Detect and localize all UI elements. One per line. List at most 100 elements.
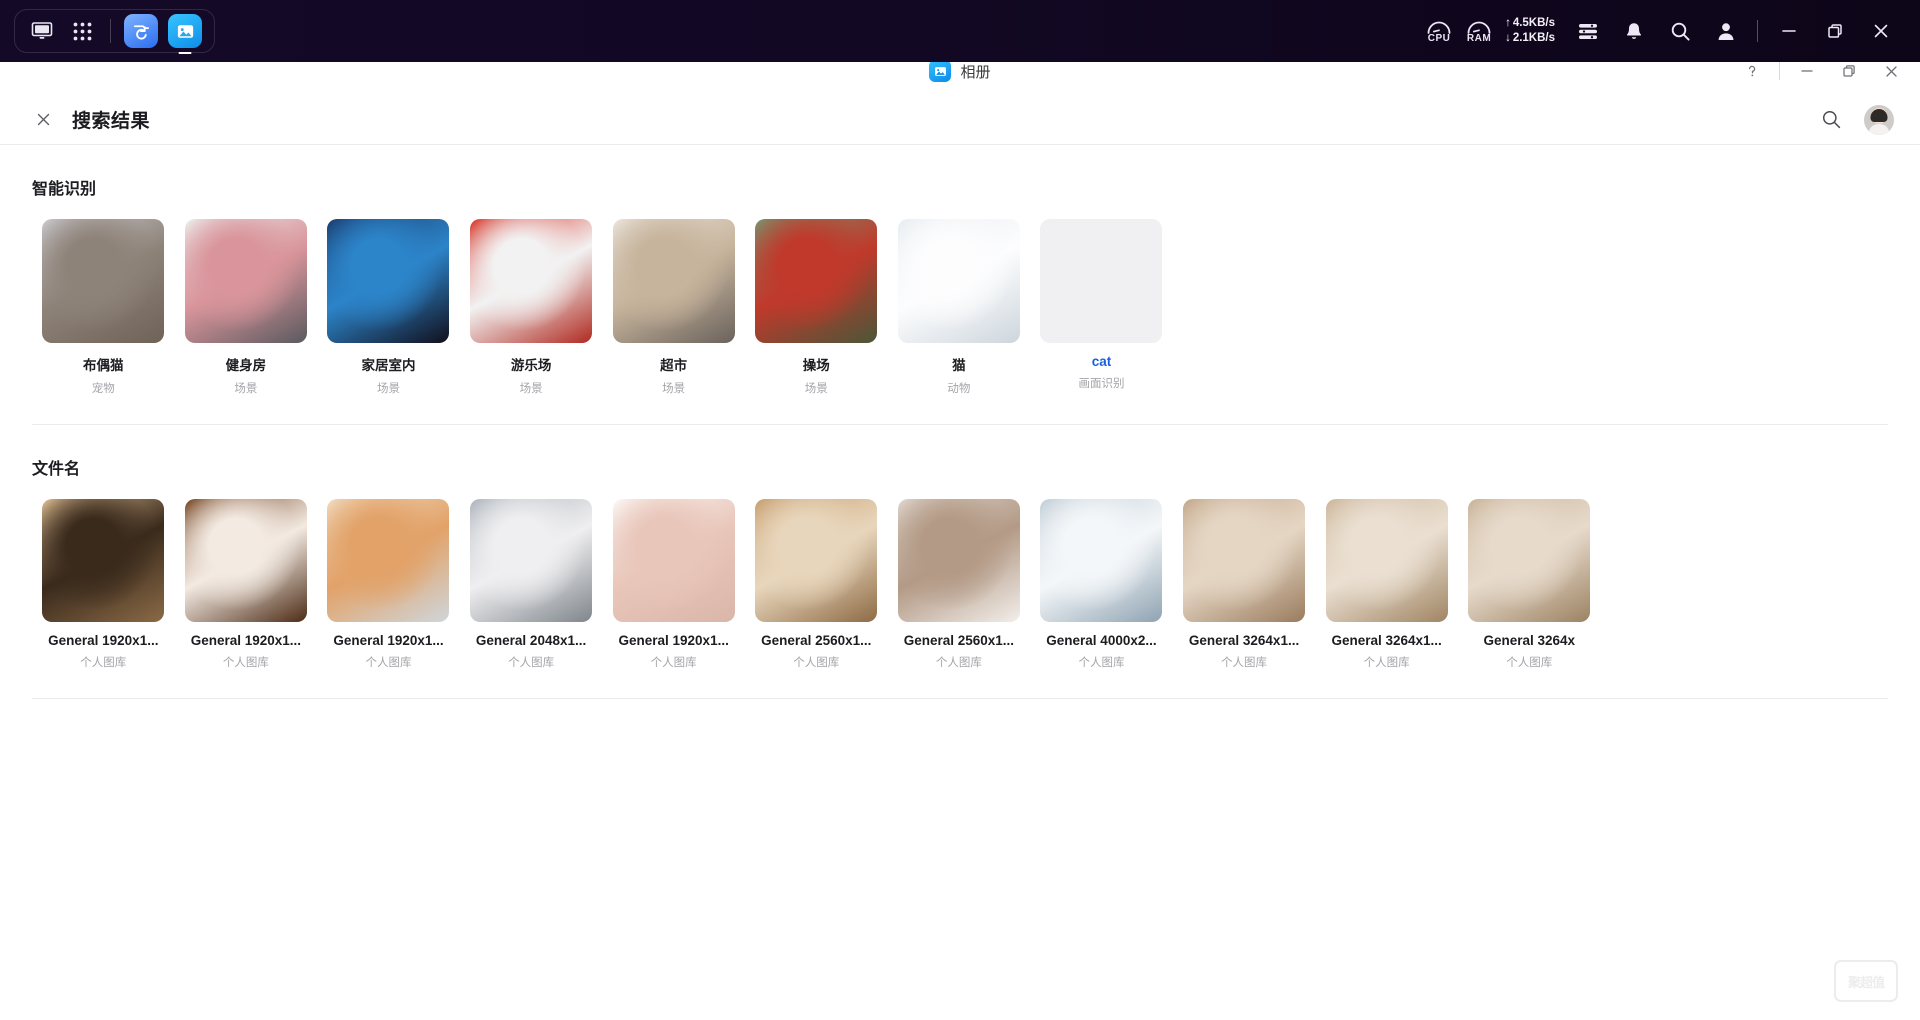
result-card[interactable]: General 3264x1...个人图库: [1173, 499, 1316, 670]
card-title: 超市: [660, 354, 687, 374]
card-subtitle: 个人图库: [651, 654, 697, 670]
card-subtitle: 场景: [662, 380, 685, 396]
result-card[interactable]: General 3264x个人图库: [1458, 499, 1601, 670]
watermark: 聚超值: [1834, 960, 1898, 1002]
card-title: General 3264x1...: [1331, 633, 1441, 648]
cat-photo-10[interactable]: [1326, 499, 1448, 622]
cat-photo-8[interactable]: [1040, 499, 1162, 622]
os-restore-button[interactable]: [1812, 8, 1858, 54]
os-taskbar: CPU RAM ↑4.5KB/s ↓2.1KB/s: [0, 0, 1920, 62]
result-card[interactable]: General 3264x1... 个人图库: [1315, 499, 1458, 670]
card-subtitle: 个人图库: [223, 654, 269, 670]
result-card[interactable]: General 1920x1... 个人图库: [32, 499, 175, 670]
card-subtitle: 个人图库: [1221, 654, 1267, 670]
card-title: 布偶猫: [83, 354, 124, 374]
search-icon[interactable]: [1818, 107, 1844, 133]
card-title: 猫: [952, 354, 966, 374]
card-title: General 2048x1...: [476, 633, 586, 648]
result-card[interactable]: 布偶猫宠物: [32, 219, 175, 396]
monitor-icon[interactable]: [27, 16, 57, 46]
result-card[interactable]: General 2560x1... 个人图库: [745, 499, 888, 670]
result-card[interactable]: General 1920x1...个人图库: [175, 499, 318, 670]
card-subtitle: 动物: [947, 380, 970, 396]
result-card[interactable]: General 2560x1...个人图库: [888, 499, 1031, 670]
result-card[interactable]: 健身房场景: [175, 219, 318, 396]
recovery-icon[interactable]: [124, 14, 158, 48]
notification-bell-icon[interactable]: [1611, 8, 1657, 54]
result-card[interactable]: cat 画面识别: [1030, 219, 1173, 396]
search-results-header: 搜索结果: [0, 95, 1920, 145]
card-subtitle: 场景: [377, 380, 400, 396]
card-subtitle: 个人图库: [1364, 654, 1410, 670]
card-subtitle: 画面识别: [1078, 375, 1124, 391]
result-card[interactable]: General 1920x1...个人图库: [602, 499, 745, 670]
result-card[interactable]: 超市场景: [602, 219, 745, 396]
smart-recognition-grid: 布偶猫宠物健身房场景家居室内场景游乐场场景超市场景操场场景猫动物cat画面识别: [32, 199, 1888, 396]
section-title: 文件名: [32, 425, 1888, 479]
app-controls-divider: [1779, 62, 1780, 80]
cat-photo-2[interactable]: [185, 499, 307, 622]
result-card[interactable]: 家居室内场景: [317, 219, 460, 396]
card-title: General 2560x1...: [904, 633, 1014, 648]
launcher-divider: [110, 19, 111, 43]
card-title: General 4000x2...: [1046, 633, 1156, 648]
cat-photo-1[interactable]: [42, 499, 164, 622]
cat-photo-7[interactable]: [898, 499, 1020, 622]
card-title: General 2560x1...: [761, 633, 871, 648]
grid-dots-icon[interactable]: [67, 16, 97, 46]
cat-photo-4[interactable]: [470, 499, 592, 622]
card-subtitle: 个人图库: [793, 654, 839, 670]
section-title: 智能识别: [32, 145, 1888, 199]
gym-bike-photo[interactable]: [185, 219, 307, 343]
result-card[interactable]: 操场场景: [745, 219, 888, 396]
card-title: 操场: [803, 354, 830, 374]
system-tray: CPU RAM ↑4.5KB/s ↓2.1KB/s: [1419, 8, 1920, 54]
os-close-button[interactable]: [1858, 8, 1904, 54]
search-icon[interactable]: [1657, 8, 1703, 54]
cat-photo-3[interactable]: [327, 499, 449, 622]
card-title: cat: [1092, 354, 1112, 369]
store-interior-photo[interactable]: [613, 219, 735, 343]
avatar[interactable]: [1864, 105, 1894, 135]
cat-photo-5[interactable]: [613, 499, 735, 622]
card-subtitle: 个人图库: [80, 654, 126, 670]
user-account-icon[interactable]: [1703, 8, 1749, 54]
upload-speed: 4.5KB/s: [1513, 16, 1555, 31]
cat-photo-11[interactable]: [1468, 499, 1590, 622]
launcher-pod: [14, 9, 215, 53]
cpu-meter[interactable]: CPU: [1419, 18, 1459, 44]
result-card[interactable]: 猫动物: [888, 219, 1031, 396]
section-filename: 文件名 General 1920x1...个人图库General 1920x1.…: [0, 425, 1920, 670]
card-title: General 1920x1...: [48, 633, 158, 648]
close-icon[interactable]: [32, 109, 54, 131]
home-desk-setup-photo[interactable]: [327, 219, 449, 343]
card-subtitle: 个人图库: [1078, 654, 1124, 670]
download-arrow-icon: ↓: [1505, 31, 1511, 46]
results-title: 搜索结果: [72, 106, 150, 133]
schoolyard-photo[interactable]: [755, 219, 877, 343]
result-card[interactable]: 游乐场场景: [460, 219, 603, 396]
network-speed[interactable]: ↑4.5KB/s ↓2.1KB/s: [1505, 16, 1555, 46]
cat-photo-9[interactable]: [1183, 499, 1305, 622]
result-card[interactable]: General 2048x1... 个人图库: [460, 499, 603, 670]
result-card[interactable]: General 4000x2... 个人图库: [1030, 499, 1173, 670]
card-subtitle: 个人图库: [1506, 654, 1552, 670]
white-cat-snow-photo[interactable]: [898, 219, 1020, 343]
os-minimize-button[interactable]: [1766, 8, 1812, 54]
photo-icon[interactable]: [168, 14, 202, 48]
page-title: 相册: [960, 61, 990, 82]
upload-arrow-icon: ↑: [1505, 16, 1511, 31]
card-title: 游乐场: [511, 354, 552, 374]
result-card[interactable]: General 1920x1...个人图库: [317, 499, 460, 670]
card-subtitle: 个人图库: [508, 654, 554, 670]
cat-photo-6[interactable]: [755, 499, 877, 622]
card-subtitle: 场景: [234, 380, 257, 396]
control-panel-icon[interactable]: [1565, 8, 1611, 54]
ragdoll-cat-photo[interactable]: [42, 219, 164, 343]
playground-photo[interactable]: [470, 219, 592, 343]
header-actions: [1818, 105, 1894, 135]
card-subtitle: 个人图库: [365, 654, 411, 670]
empty-placeholder[interactable]: [1040, 219, 1162, 343]
ram-meter[interactable]: RAM: [1459, 18, 1499, 44]
filename-grid: General 1920x1...个人图库General 1920x1...个人…: [32, 479, 1888, 670]
